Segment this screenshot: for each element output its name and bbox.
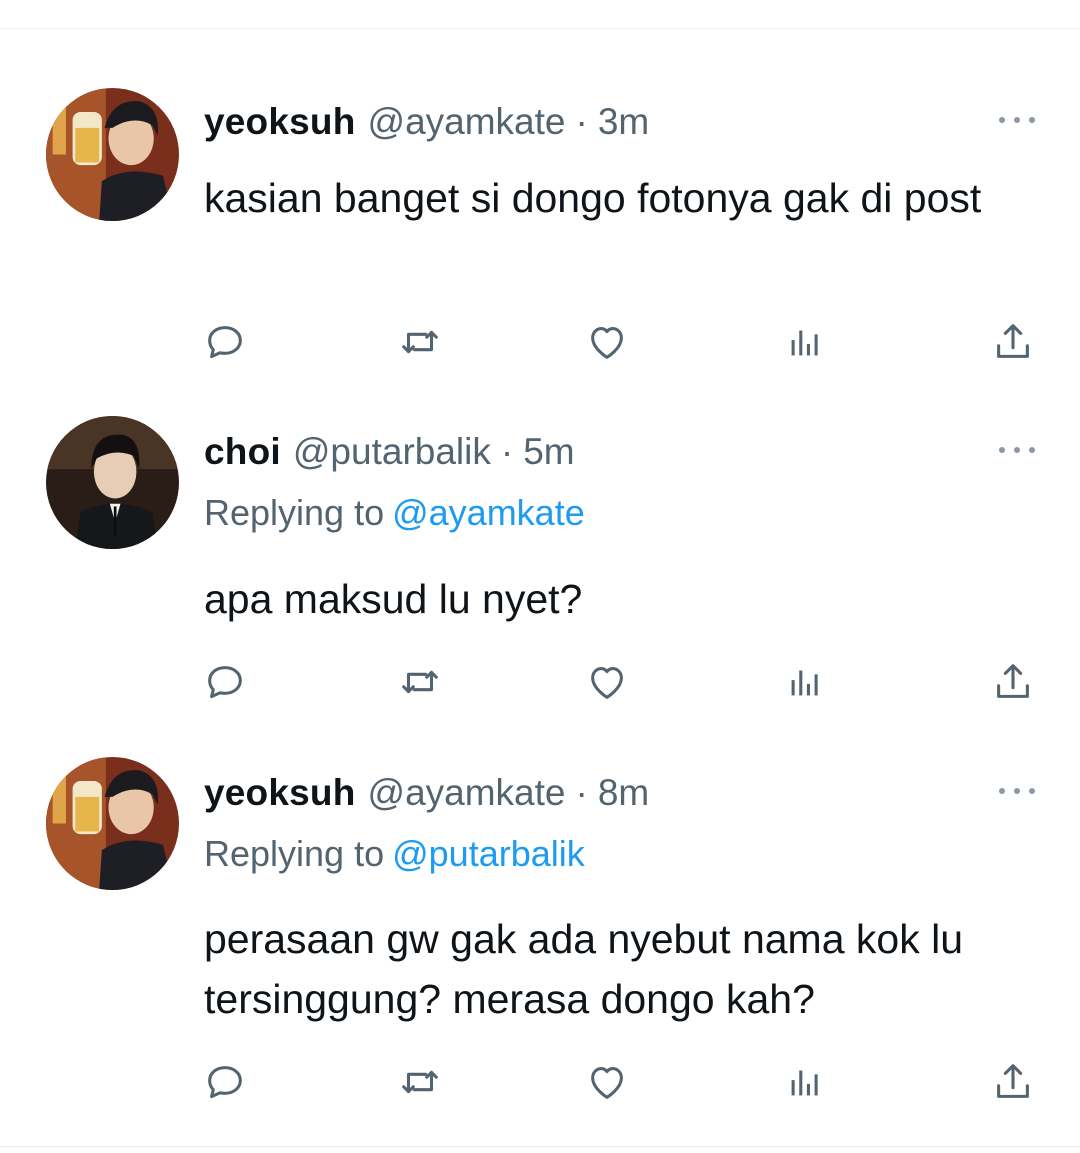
reply-mention-link[interactable]: @putarbalik	[392, 833, 585, 874]
tweet-header: yeoksuh @ayamkate · 3m	[204, 99, 649, 145]
tweet-text: apa maksud lu nyet?	[204, 576, 583, 622]
avatar-photo-yeoksuh	[46, 88, 179, 221]
replying-to-label: Replying to	[204, 492, 385, 533]
avatar[interactable]	[46, 416, 179, 549]
more-options-icon[interactable]	[995, 108, 1039, 132]
more-options-icon[interactable]	[995, 779, 1039, 803]
retweet-icon[interactable]	[395, 657, 445, 707]
separator-dot: ·	[575, 101, 588, 142]
views-icon[interactable]	[780, 657, 830, 707]
reply-mention-link[interactable]: @ayamkate	[392, 492, 585, 533]
user-handle[interactable]: @putarbalik	[293, 429, 491, 475]
views-icon[interactable]	[780, 317, 830, 367]
like-icon[interactable]	[582, 1057, 632, 1107]
avatar-photo-choi	[46, 416, 179, 549]
tweet-header: yeoksuh @ayamkate · 8m	[204, 770, 649, 816]
retweet-icon[interactable]	[395, 317, 445, 367]
top-divider	[0, 28, 1080, 29]
avatar[interactable]	[46, 757, 179, 890]
separator-dot: ·	[500, 431, 514, 472]
user-handle[interactable]: @ayamkate	[368, 770, 566, 816]
display-name[interactable]: choi	[204, 429, 281, 475]
share-icon[interactable]	[988, 1057, 1038, 1107]
tweet-header: choi @putarbalik · 5m	[204, 429, 575, 475]
separator-dot: ·	[575, 772, 588, 813]
reply-icon[interactable]	[200, 317, 250, 367]
replying-to-label: Replying to	[204, 833, 385, 874]
replying-to: Replying to @ayamkate	[204, 491, 585, 535]
user-handle[interactable]: @ayamkate	[368, 99, 566, 145]
timestamp[interactable]: 5m	[523, 429, 574, 475]
replying-to: Replying to @putarbalik	[204, 832, 585, 876]
avatar[interactable]	[46, 88, 179, 221]
display-name[interactable]: yeoksuh	[204, 99, 356, 145]
action-bar	[0, 317, 1080, 367]
timestamp[interactable]: 8m	[598, 770, 649, 816]
like-icon[interactable]	[582, 657, 632, 707]
reply-icon[interactable]	[200, 1057, 250, 1107]
views-icon[interactable]	[780, 1057, 830, 1107]
display-name[interactable]: yeoksuh	[204, 770, 356, 816]
avatar-photo-yeoksuh	[46, 757, 179, 890]
share-icon[interactable]	[988, 317, 1038, 367]
reply-icon[interactable]	[200, 657, 250, 707]
tweet-text: kasian banget si dongo fotonya gak di po…	[204, 175, 982, 221]
like-icon[interactable]	[582, 317, 632, 367]
timestamp[interactable]: 3m	[598, 99, 649, 145]
bottom-divider	[0, 1146, 1080, 1147]
tweet-text: perasaan gw gak ada nyebut nama kok lu t…	[204, 916, 964, 1022]
share-icon[interactable]	[988, 657, 1038, 707]
more-options-icon[interactable]	[995, 438, 1039, 462]
action-bar	[0, 1057, 1080, 1107]
retweet-icon[interactable]	[395, 1057, 445, 1107]
action-bar	[0, 657, 1080, 707]
